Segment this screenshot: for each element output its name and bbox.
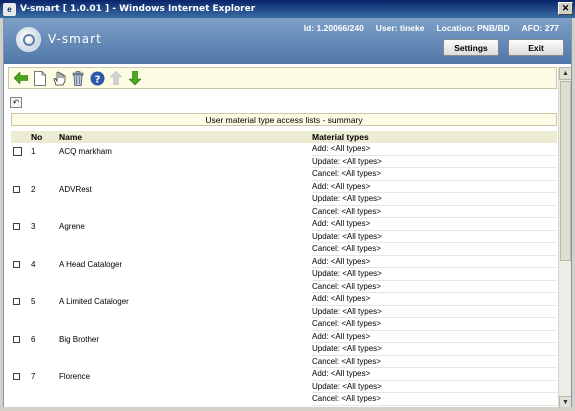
row-checkbox[interactable] bbox=[13, 223, 20, 230]
row-no: 7 bbox=[31, 372, 36, 381]
row-checkbox[interactable] bbox=[13, 373, 20, 380]
app-header: V-smart Id: 1.20066/240 User: tineke Loc… bbox=[4, 19, 571, 64]
vertical-scrollbar[interactable]: ▲ ▼ bbox=[558, 67, 571, 407]
table-row[interactable]: 7 Florence Add: <All types> Update: <All… bbox=[11, 368, 557, 406]
table-row[interactable]: 5 A Limited Cataloger Add: <All types> U… bbox=[11, 293, 557, 331]
row-checkbox[interactable] bbox=[13, 335, 20, 343]
row-name: ADVRest bbox=[59, 184, 92, 194]
row-cancel-types: Cancel: <All types> bbox=[312, 393, 557, 406]
svg-text:?: ? bbox=[94, 74, 100, 85]
row-cancel-types: Cancel: <All types> bbox=[312, 168, 557, 181]
row-add-types: Add: <All types> bbox=[312, 368, 557, 381]
row-checkbox[interactable] bbox=[13, 260, 20, 268]
table-row[interactable]: 3 Agrene Add: <All types> Update: <All t… bbox=[11, 218, 557, 256]
row-name: A Head Cataloger bbox=[59, 259, 123, 269]
session-info: Id: 1.20066/240 User: tineke Location: P… bbox=[304, 23, 559, 33]
row-update-types: Update: <All types> bbox=[312, 306, 557, 318]
row-cancel-types: Cancel: <All types> bbox=[312, 281, 557, 293]
row-add-types: Add: <All types> bbox=[312, 181, 557, 193]
table-body: 1 ACQ markham Add: <All types> Update: <… bbox=[11, 143, 557, 407]
row-cancel-types: Cancel: <All types> bbox=[312, 206, 557, 218]
ie-app-icon: e bbox=[3, 2, 16, 16]
row-update-types: Update: <All types> bbox=[312, 381, 557, 393]
hand-select-icon[interactable] bbox=[51, 70, 67, 86]
scroll-thumb[interactable] bbox=[560, 81, 571, 261]
row-no: 5 bbox=[31, 297, 36, 306]
table-row[interactable]: 4 A Head Cataloger Add: <All types> Upda… bbox=[11, 256, 557, 293]
table-row[interactable]: 6 Big Brother Add: <All types> Update: <… bbox=[11, 331, 557, 368]
session-afo: AFO: 277 bbox=[521, 23, 559, 33]
window-close-button[interactable]: ✕ bbox=[558, 2, 573, 15]
undo-button[interactable]: ↶ bbox=[10, 97, 22, 108]
back-arrow-icon[interactable] bbox=[13, 70, 29, 86]
summary-caption: User material type access lists - summar… bbox=[11, 113, 557, 126]
scroll-up-icon[interactable]: ▲ bbox=[559, 67, 571, 80]
window-title: V-smart [ 1.0.01 ] - Windows Internet Ex… bbox=[20, 4, 256, 14]
row-update-types: Update: <All types> bbox=[312, 343, 557, 356]
row-name: Agrene bbox=[59, 222, 85, 231]
table-header: No Name Material types bbox=[11, 131, 557, 143]
row-cancel-types: Cancel: <All types> bbox=[312, 356, 557, 368]
row-update-types: Update: <All types> bbox=[312, 156, 557, 168]
row-name: A Limited Cataloger bbox=[59, 297, 129, 306]
app-frame: V-smart Id: 1.20066/240 User: tineke Loc… bbox=[3, 18, 572, 408]
row-no: 6 bbox=[31, 334, 36, 344]
arrow-up-icon[interactable] bbox=[108, 70, 124, 86]
logo-text: V-smart bbox=[48, 32, 102, 46]
row-checkbox[interactable] bbox=[13, 298, 20, 305]
col-material-types: Material types bbox=[312, 132, 369, 142]
row-cancel-types: Cancel: <All types> bbox=[312, 243, 557, 256]
row-update-types: Update: <All types> bbox=[312, 231, 557, 243]
trash-icon[interactable] bbox=[70, 70, 86, 86]
row-no: 2 bbox=[31, 184, 36, 194]
exit-button[interactable]: Exit bbox=[508, 39, 564, 56]
session-location: Location: PNB/BD bbox=[436, 23, 510, 33]
col-no: No bbox=[31, 132, 43, 142]
row-no: 1 bbox=[31, 147, 36, 156]
row-add-types: Add: <All types> bbox=[312, 331, 557, 343]
row-name: Big Brother bbox=[59, 334, 100, 344]
row-name: ACQ markham bbox=[59, 147, 112, 156]
toolbar: ? bbox=[8, 67, 557, 89]
table-row[interactable]: 1 ACQ markham Add: <All types> Update: <… bbox=[11, 143, 557, 181]
row-update-types: Update: <All types> bbox=[312, 193, 557, 206]
row-name: Florence bbox=[59, 372, 91, 381]
window-bottom-border bbox=[3, 407, 572, 411]
row-no: 4 bbox=[31, 259, 36, 269]
vsmart-logo-icon bbox=[16, 27, 41, 52]
window-titlebar: e V-smart [ 1.0.01 ] - Windows Internet … bbox=[0, 0, 575, 18]
row-cancel-types: Cancel: <All types> bbox=[312, 318, 557, 331]
row-add-types: Add: <All types> bbox=[312, 143, 557, 156]
help-icon[interactable]: ? bbox=[89, 70, 105, 86]
row-add-types: Add: <All types> bbox=[312, 218, 557, 231]
row-checkbox[interactable] bbox=[13, 147, 22, 156]
session-id: Id: 1.20066/240 bbox=[303, 23, 364, 33]
row-add-types: Add: <All types> bbox=[312, 293, 557, 306]
col-name: Name bbox=[59, 132, 83, 142]
session-user: User: tineke bbox=[375, 23, 425, 33]
settings-button[interactable]: Settings bbox=[443, 39, 499, 56]
arrow-down-icon[interactable] bbox=[127, 70, 143, 86]
table-row[interactable]: 2 ADVRest Add: <All types> Update: <All … bbox=[11, 181, 557, 218]
row-checkbox[interactable] bbox=[13, 185, 20, 193]
row-update-types: Update: <All types> bbox=[312, 268, 557, 281]
row-no: 3 bbox=[31, 222, 36, 231]
row-add-types: Add: <All types> bbox=[312, 256, 557, 268]
new-document-icon[interactable] bbox=[32, 70, 48, 86]
